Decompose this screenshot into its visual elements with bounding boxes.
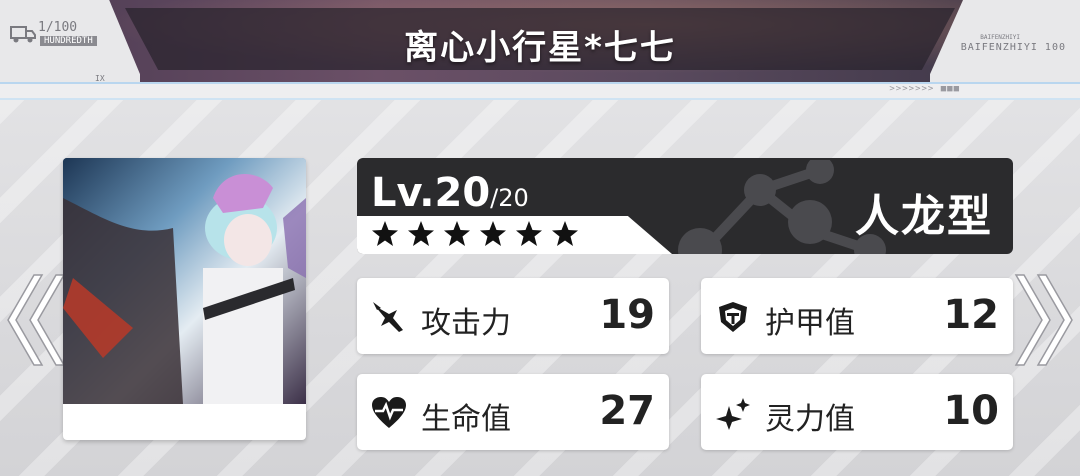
character-portrait-card[interactable]	[63, 158, 306, 440]
shield-icon	[719, 302, 747, 332]
stat-label: 攻击力	[421, 306, 511, 341]
truck-icon	[10, 26, 36, 43]
star-rating	[371, 220, 579, 248]
character-portrait	[63, 158, 306, 404]
brand-text: BAIFENZHIYI 100	[960, 42, 1066, 53]
title-band: 离心小行星*七七	[125, 8, 955, 70]
brand-small-text: BAIFENZHIYI	[980, 34, 1020, 41]
progress-counter: 1/100	[38, 20, 78, 35]
header-arrows-deco: >>>>>>> ■■■	[889, 84, 960, 94]
stat-health[interactable]: 生命值 27	[357, 374, 669, 450]
attack-icon	[373, 302, 403, 332]
level-display: Lv.20/20	[371, 170, 529, 216]
character-name: 离心小行星*七七	[404, 28, 676, 68]
star-icon	[552, 221, 578, 246]
stat-value: 10	[943, 388, 999, 434]
star-icon	[444, 221, 470, 246]
stat-value: 12	[943, 292, 999, 338]
stat-label: 护甲值	[765, 306, 855, 341]
molecule-icon	[678, 160, 886, 254]
next-arrow-icon[interactable]	[1010, 270, 1080, 370]
stat-value: 27	[599, 388, 655, 434]
stat-armor[interactable]: 护甲值 12	[701, 278, 1013, 354]
star-icon	[480, 221, 506, 246]
stat-attack[interactable]: 攻击力 19	[357, 278, 669, 354]
star-icon	[372, 221, 398, 246]
stat-value: 19	[599, 292, 655, 338]
header: 离心小行星*七七 1/100 HUNDREDTH IX BAIFENZHIYI …	[0, 0, 1080, 100]
level-value: Lv.20	[371, 170, 491, 216]
sparkle-icon	[716, 398, 750, 430]
stat-spirit[interactable]: 灵力值 10	[701, 374, 1013, 450]
stat-label: 灵力值	[765, 402, 855, 437]
star-icon	[516, 221, 542, 246]
progress-counter-sub: HUNDREDTH	[40, 36, 97, 46]
level-max: /20	[490, 184, 529, 212]
heart-icon	[372, 397, 406, 428]
stat-label: 生命值	[421, 402, 511, 437]
star-icon	[408, 221, 434, 246]
previous-arrow-icon[interactable]	[0, 270, 70, 370]
